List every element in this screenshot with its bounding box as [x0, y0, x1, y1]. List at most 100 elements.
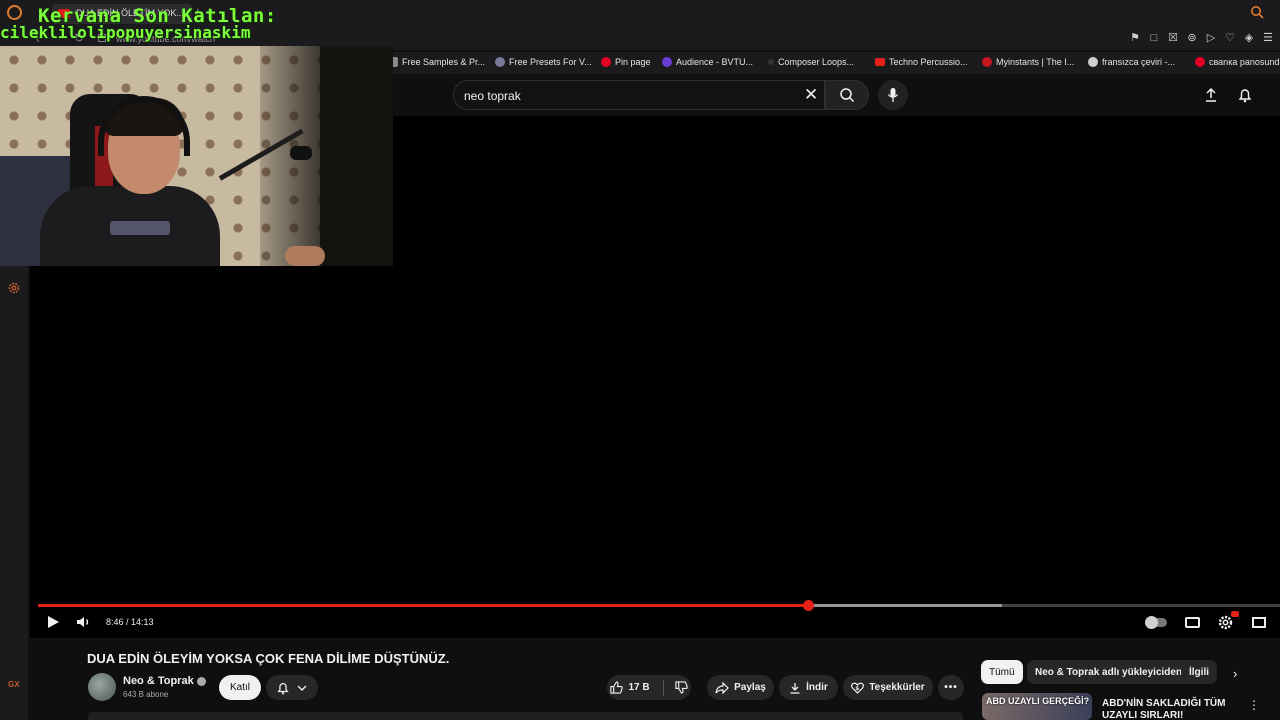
- download-label: İndir: [806, 682, 828, 693]
- share-button[interactable]: Paylaş: [707, 675, 774, 700]
- bookmark-label: Free Presets For V...: [509, 57, 592, 67]
- bookmark-label: fransızca çeviri -...: [1102, 57, 1176, 67]
- subtitles-icon[interactable]: [1185, 617, 1200, 628]
- heart-icon[interactable]: ♡: [1224, 32, 1236, 44]
- bookmark-label: Pin page: [615, 57, 651, 67]
- bookmark-icon[interactable]: ⚑: [1129, 32, 1141, 44]
- opera-logo-icon[interactable]: [7, 5, 22, 20]
- chip-from-uploader[interactable]: Neo & Toprak adlı yükleyiciden: [1027, 660, 1191, 684]
- bookmark-item[interactable]: сваnка panosundi...: [1195, 57, 1280, 67]
- video-info-section: DUA EDİN ÖLEYİM YOKSA ÇOK FENA DİLİME DÜ…: [30, 638, 1280, 720]
- channel-name-text: Neo & Toprak: [123, 675, 194, 687]
- search-button[interactable]: [825, 80, 869, 110]
- description-box-edge: [88, 712, 963, 720]
- extensions-icon[interactable]: ◈: [1243, 32, 1255, 44]
- subscription-bell-button[interactable]: [266, 675, 318, 700]
- played-bar: [38, 604, 809, 607]
- autoplay-knob: [1145, 616, 1158, 629]
- bookmark-label: Audience - BVTU...: [676, 57, 754, 67]
- dark-doorway: [320, 46, 393, 266]
- like-button[interactable]: 17 B: [607, 675, 691, 700]
- bookmark-favicon-icon: [982, 57, 992, 67]
- channel-name[interactable]: Neo & Toprak: [123, 675, 206, 687]
- gx-label[interactable]: GX: [8, 680, 20, 689]
- recommendation-title[interactable]: ABD'NİN SAKLADIĞI TÜM UZAYLI SIRLARI!: [1102, 698, 1242, 720]
- video-title: DUA EDİN ÖLEYİM YOKSA ÇOK FENA DİLİME DÜ…: [87, 651, 450, 666]
- player-icon[interactable]: ▷: [1205, 32, 1217, 44]
- super-thanks-icon: $: [851, 682, 865, 694]
- tab-search-icon[interactable]: [1250, 5, 1264, 19]
- time-display: 8:46 / 14:13: [106, 617, 154, 627]
- more-vertical-icon[interactable]: ⋮: [1248, 698, 1260, 712]
- microphone: [290, 146, 312, 160]
- share-label: Paylaş: [734, 682, 766, 693]
- join-button[interactable]: Katıl: [219, 675, 261, 700]
- video-progress-bar[interactable]: [38, 600, 1280, 611]
- hd-badge: [1231, 611, 1239, 617]
- chevron-right-icon[interactable]: ›: [1233, 666, 1237, 681]
- search-query: neo toprak: [464, 89, 521, 103]
- clear-search-icon[interactable]: ✕: [804, 85, 818, 105]
- share-icon: [715, 681, 729, 694]
- channel-avatar[interactable]: [88, 673, 116, 701]
- bell-icon: [277, 683, 289, 695]
- play-icon[interactable]: [46, 615, 60, 629]
- search-icon: [840, 88, 855, 103]
- download-icon: [790, 682, 800, 694]
- subscriber-count: 643 B abone: [123, 690, 169, 699]
- svg-text:$: $: [856, 686, 860, 692]
- thumbs-down-icon: [674, 681, 688, 694]
- scrubber-handle[interactable]: [803, 600, 815, 611]
- shirt-print: [110, 221, 170, 235]
- gear-icon[interactable]: [7, 281, 21, 295]
- search-input[interactable]: neo toprak ✕: [453, 80, 825, 110]
- bookmark-label: Techno Percussio...: [889, 57, 968, 67]
- notifications-bell-icon[interactable]: [1237, 87, 1253, 103]
- bookmark-item[interactable]: Techno Percussio...: [875, 57, 968, 67]
- streamer-webcam: [0, 46, 393, 266]
- bookmark-favicon-icon: [662, 57, 672, 67]
- bookmark-item[interactable]: Myinstants | The I...: [982, 57, 1074, 67]
- bookmark-item[interactable]: fransızca çeviri -...: [1088, 57, 1175, 67]
- bookmark-item[interactable]: Pin page: [601, 57, 651, 67]
- adblock-icon[interactable]: ☒: [1167, 32, 1179, 44]
- autoplay-toggle[interactable]: [1145, 616, 1167, 629]
- menu-icon[interactable]: ☰: [1262, 32, 1274, 44]
- bookmark-label: Free Samples & Pr...: [402, 57, 486, 67]
- youtube-favicon-icon: [875, 58, 885, 66]
- bookmark-favicon-icon: [495, 57, 505, 67]
- more-actions-button[interactable]: •••: [938, 675, 964, 700]
- snapshot-icon[interactable]: □: [1148, 32, 1160, 44]
- bookmark-item[interactable]: Free Samples & Pr...: [390, 57, 485, 67]
- thanks-label: Teşekkürler: [869, 682, 925, 693]
- pinterest-icon: [1195, 57, 1205, 67]
- pinterest-icon: [601, 57, 611, 67]
- bookmark-favicon-icon: [768, 59, 774, 65]
- bookmark-item[interactable]: Composer Loops...: [768, 57, 854, 67]
- chip-related[interactable]: İlgili: [1181, 660, 1217, 684]
- streamer-hand: [285, 246, 325, 266]
- more-horizontal-icon: •••: [944, 682, 958, 693]
- volume-icon[interactable]: [76, 615, 92, 629]
- thumbnail-caption: ABD UZAYLI GERÇEĞİ?: [986, 696, 1090, 706]
- bookmark-label: сваnка panosundi...: [1209, 57, 1280, 67]
- bookmark-label: Myinstants | The I...: [996, 57, 1075, 67]
- voice-search-button[interactable]: [878, 80, 908, 110]
- chevron-down-icon: [297, 685, 307, 691]
- download-button[interactable]: İndir: [779, 675, 838, 700]
- recommendation-thumbnail[interactable]: ABD UZAYLI GERÇEĞİ?: [982, 693, 1092, 720]
- vpn-icon[interactable]: ⊚: [1186, 32, 1198, 44]
- chip-all[interactable]: Tümü: [981, 660, 1023, 684]
- bookmark-item[interactable]: Free Presets For V...: [495, 57, 592, 67]
- theater-mode-icon[interactable]: [1252, 617, 1266, 628]
- like-count: 17 B: [628, 682, 650, 693]
- screen: DUA EDİN ÖLEYİM YOK... + ‹ ↻ www.youtube…: [0, 0, 1280, 720]
- extension-toolbar: ⚑ □ ☒ ⊚ ▷ ♡ ◈ ☰: [1129, 32, 1274, 44]
- thumbs-up-icon: [610, 681, 624, 694]
- bookmark-label: Composer Loops...: [778, 57, 855, 67]
- microphone-icon: [887, 88, 899, 102]
- bookmark-item[interactable]: Audience - BVTU...: [662, 57, 753, 67]
- google-icon: [1088, 57, 1098, 67]
- thanks-button[interactable]: $ Teşekkürler: [843, 675, 933, 700]
- upload-icon[interactable]: [1203, 87, 1219, 103]
